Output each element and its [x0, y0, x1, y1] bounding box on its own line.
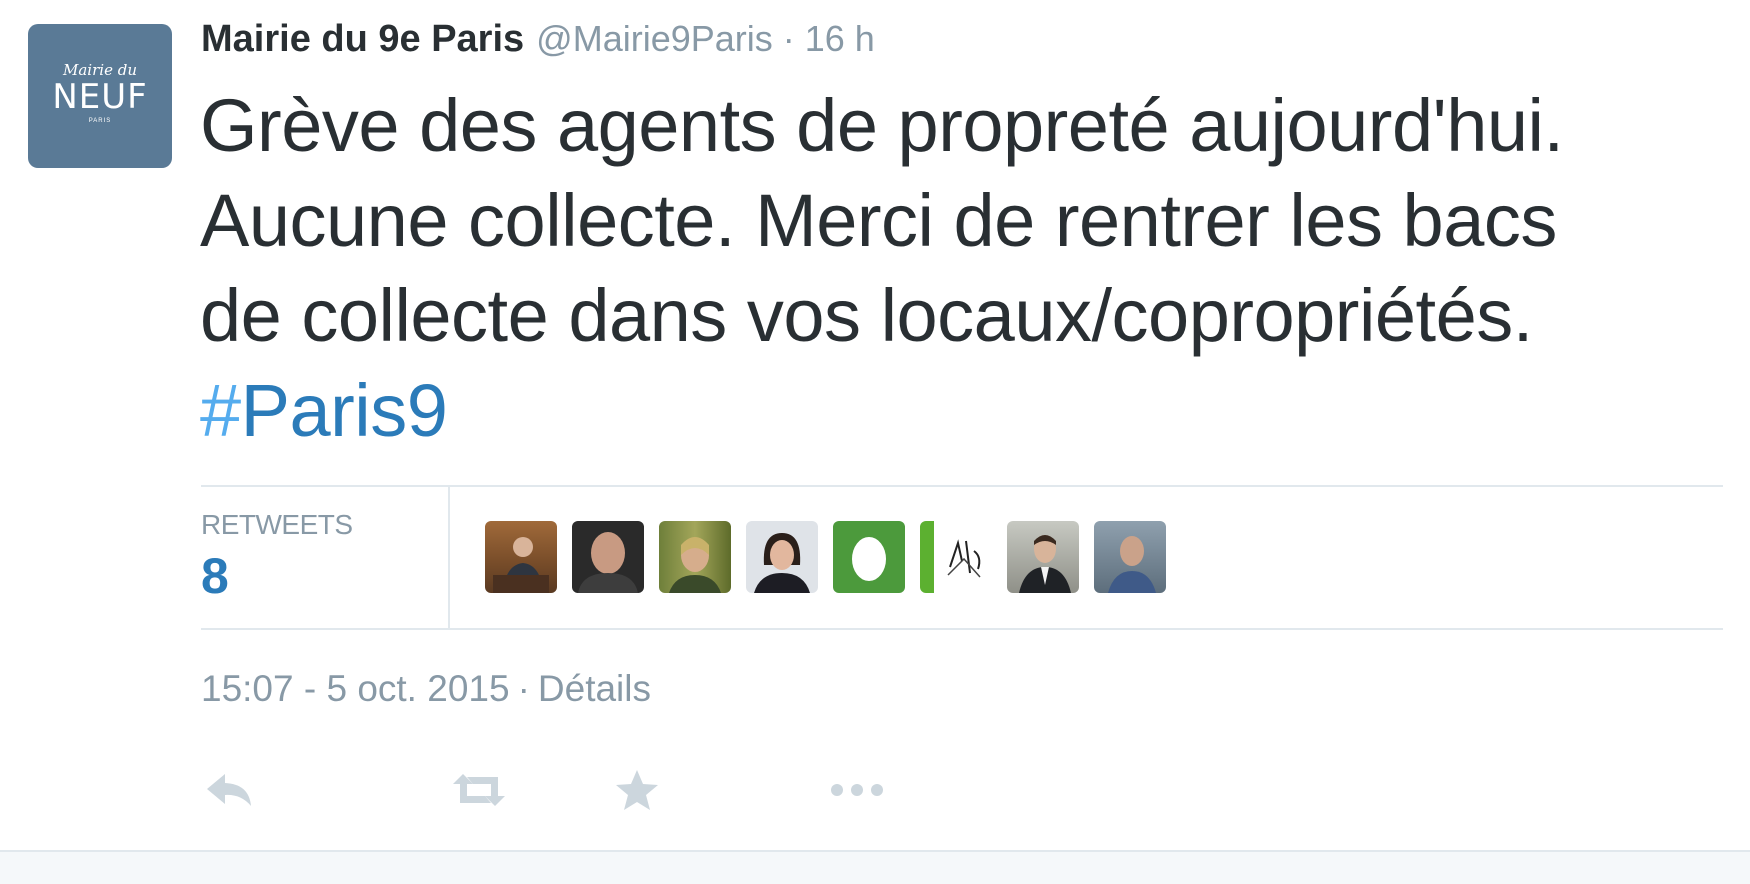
- retweeter-avatar-3[interactable]: [659, 521, 731, 593]
- retweeter-avatar-2[interactable]: [572, 521, 644, 593]
- person-silhouette-icon: [669, 537, 721, 593]
- avatar-text-line1: Mairie du: [63, 61, 137, 79]
- person-silhouette-icon: [1108, 536, 1156, 593]
- more-button[interactable]: [827, 760, 887, 820]
- hashtag-link[interactable]: #Paris9: [200, 363, 1720, 458]
- retweet-button[interactable]: [447, 760, 511, 820]
- retweets-count: 8: [201, 548, 229, 604]
- tweet-text-line: Grève des agents de propreté aujourd'hui…: [200, 84, 1564, 167]
- tweet-stats: RETWEETS 8: [201, 485, 1723, 630]
- tweet-time-ago[interactable]: 16 h: [805, 18, 875, 60]
- timeline-divider: [0, 850, 1750, 884]
- person-silhouette-icon: [754, 533, 810, 593]
- retweeter-avatars: [485, 521, 1166, 593]
- avatar-text-line3: PARIS: [88, 118, 112, 124]
- tweet-timestamp[interactable]: 15:07 - 5 oct. 2015: [201, 668, 510, 709]
- tweet-text: Grève des agents de propreté aujourd'hui…: [200, 78, 1720, 458]
- retweeter-avatar-1[interactable]: [485, 521, 557, 593]
- person-silhouette-icon: [1019, 535, 1071, 593]
- hashtag-symbol: #: [200, 369, 241, 452]
- tweet-header: Mairie du 9e Paris @Mairie9Paris · 16 h: [201, 18, 875, 74]
- action-barbes-logo: [920, 521, 981, 593]
- account-avatar[interactable]: Mairie du NEUF PARIS: [28, 24, 172, 168]
- star-icon: [616, 770, 658, 810]
- retweeter-avatar-5-default-egg[interactable]: [833, 521, 905, 593]
- tweet-text-line: de collecte dans vos locaux/copropriétés…: [200, 274, 1533, 357]
- avatar-text-line2: NEUF: [52, 77, 148, 117]
- tweet: Mairie du NEUF PARIS Mairie du 9e Paris …: [0, 0, 1750, 850]
- person-silhouette-icon: [493, 537, 549, 593]
- retweeter-avatar-6-action-barbes[interactable]: [920, 521, 992, 593]
- retweeter-avatar-8[interactable]: [1094, 521, 1166, 593]
- retweeter-avatar-7[interactable]: [1007, 521, 1079, 593]
- account-fullname[interactable]: Mairie du 9e Paris: [201, 18, 524, 61]
- retweets-stat[interactable]: RETWEETS 8: [201, 487, 450, 628]
- favorite-button[interactable]: [611, 760, 663, 820]
- retweeter-avatar-4[interactable]: [746, 521, 818, 593]
- reply-icon: [207, 774, 251, 806]
- tweet-text-line: Aucune collecte. Merci de rentrer les ba…: [200, 179, 1557, 262]
- meta-separator: ·: [517, 668, 530, 709]
- more-icon: [831, 784, 883, 796]
- reply-button[interactable]: [201, 760, 257, 820]
- egg-icon: [852, 537, 886, 581]
- retweets-label: RETWEETS: [201, 509, 353, 540]
- header-separator: ·: [782, 18, 795, 59]
- tweet-meta: 15:07 - 5 oct. 2015 · Détails: [201, 668, 651, 710]
- retweet-icon: [453, 774, 505, 806]
- details-link[interactable]: Détails: [538, 668, 651, 709]
- account-username[interactable]: @Mairie9Paris: [536, 18, 773, 60]
- person-silhouette-icon: [578, 532, 638, 593]
- hashtag-text: Paris9: [240, 369, 448, 452]
- tweet-actions: [201, 760, 1101, 820]
